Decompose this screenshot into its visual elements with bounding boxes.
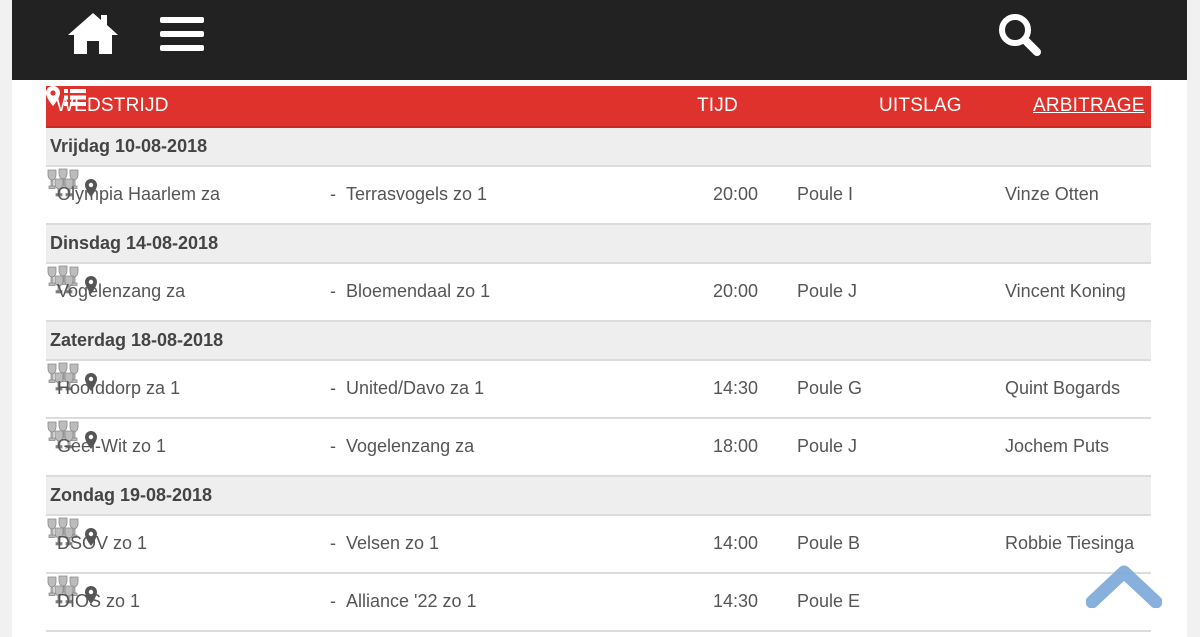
match-poule: Poule J bbox=[797, 281, 858, 301]
hamburger-menu-icon[interactable] bbox=[160, 15, 204, 53]
home-team: Vogelenzang za bbox=[57, 281, 186, 301]
match-row[interactable]: Hoofddorp za 1 - United/Davo za 1 14:30 … bbox=[46, 361, 1151, 419]
chevron-up-icon[interactable] bbox=[1086, 562, 1162, 608]
team-separator: - bbox=[330, 591, 336, 611]
match-time: 14:00 bbox=[713, 533, 759, 553]
team-separator: - bbox=[330, 533, 336, 553]
match-poule: Poule J bbox=[797, 436, 858, 456]
match-poule: Poule B bbox=[797, 533, 861, 553]
match-poule: Poule G bbox=[797, 378, 863, 398]
date-row: Dinsdag 14-08-2018 bbox=[46, 225, 1151, 264]
table-body: Vrijdag 10-08-2018 Olympia Haarlem za - … bbox=[46, 128, 1151, 632]
team-separator: - bbox=[330, 378, 336, 398]
column-header-arbitrage-link[interactable]: ARBITRAGE bbox=[1033, 95, 1145, 117]
match-date: Zaterdag 18-08-2018 bbox=[50, 330, 224, 350]
column-header-uitslag: UITSLAG bbox=[879, 95, 962, 116]
match-time: 14:30 bbox=[713, 591, 759, 611]
top-navigation-bar bbox=[12, 0, 1187, 80]
match-row[interactable]: Vogelenzang za - Bloemendaal zo 1 20:00 … bbox=[46, 264, 1151, 322]
referee-name: Robbie Tiesinga bbox=[1005, 533, 1135, 553]
match-time: 14:30 bbox=[713, 378, 759, 398]
referee-name: Quint Bogards bbox=[1005, 378, 1121, 398]
match-row[interactable]: Geel-Wit zo 1 - Vogelenzang za 18:00 Pou… bbox=[46, 419, 1151, 477]
match-row[interactable]: DIOS zo 1 - Alliance '22 zo 1 14:30 Poul… bbox=[46, 574, 1151, 632]
main-content: WEDSTRIJD TIJD UITSLAG ARBITRAGE Vrijdag… bbox=[12, 80, 1187, 637]
match-date: Dinsdag 14-08-2018 bbox=[50, 233, 219, 253]
match-schedule-table: WEDSTRIJD TIJD UITSLAG ARBITRAGE Vrijdag… bbox=[46, 86, 1151, 632]
date-row: Zondag 19-08-2018 bbox=[46, 477, 1151, 516]
referee-name: Vinze Otten bbox=[1005, 184, 1099, 204]
match-row[interactable]: Olympia Haarlem za - Terrasvogels zo 1 2… bbox=[46, 167, 1151, 225]
home-team: DIOS zo 1 bbox=[57, 591, 141, 611]
away-team: Alliance '22 zo 1 bbox=[346, 591, 477, 611]
home-team: Olympia Haarlem za bbox=[57, 184, 221, 204]
home-team: Geel-Wit zo 1 bbox=[57, 436, 167, 456]
home-icon[interactable] bbox=[67, 11, 119, 55]
match-date: Zondag 19-08-2018 bbox=[50, 485, 213, 505]
away-team: Velsen zo 1 bbox=[346, 533, 440, 553]
table-header: WEDSTRIJD TIJD UITSLAG ARBITRAGE bbox=[46, 86, 1151, 128]
match-date: Vrijdag 10-08-2018 bbox=[50, 136, 208, 156]
home-team: DSOV zo 1 bbox=[57, 533, 148, 553]
match-row[interactable]: DSOV zo 1 - Velsen zo 1 14:00 Poule B Ro… bbox=[46, 516, 1151, 574]
away-team: United/Davo za 1 bbox=[346, 378, 485, 398]
team-separator: - bbox=[330, 184, 336, 204]
match-poule: Poule I bbox=[797, 184, 854, 204]
referee-name: Jochem Puts bbox=[1005, 436, 1110, 456]
away-team: Vogelenzang za bbox=[346, 436, 475, 456]
date-row: Zaterdag 18-08-2018 bbox=[46, 322, 1151, 361]
column-header-wedstrijd: WEDSTRIJD bbox=[56, 95, 169, 116]
referee-name: Vincent Koning bbox=[1005, 281, 1126, 301]
away-team: Terrasvogels zo 1 bbox=[346, 184, 488, 204]
match-time: 18:00 bbox=[713, 436, 759, 456]
away-team: Bloemendaal zo 1 bbox=[346, 281, 491, 301]
match-time: 20:00 bbox=[713, 184, 759, 204]
team-separator: - bbox=[330, 281, 336, 301]
date-row: Vrijdag 10-08-2018 bbox=[46, 128, 1151, 167]
search-icon[interactable] bbox=[997, 12, 1041, 56]
match-poule: Poule E bbox=[797, 591, 861, 611]
home-team: Hoofddorp za 1 bbox=[57, 378, 181, 398]
team-separator: - bbox=[330, 436, 336, 456]
match-time: 20:00 bbox=[713, 281, 759, 301]
column-header-tijd: TIJD bbox=[697, 95, 738, 116]
